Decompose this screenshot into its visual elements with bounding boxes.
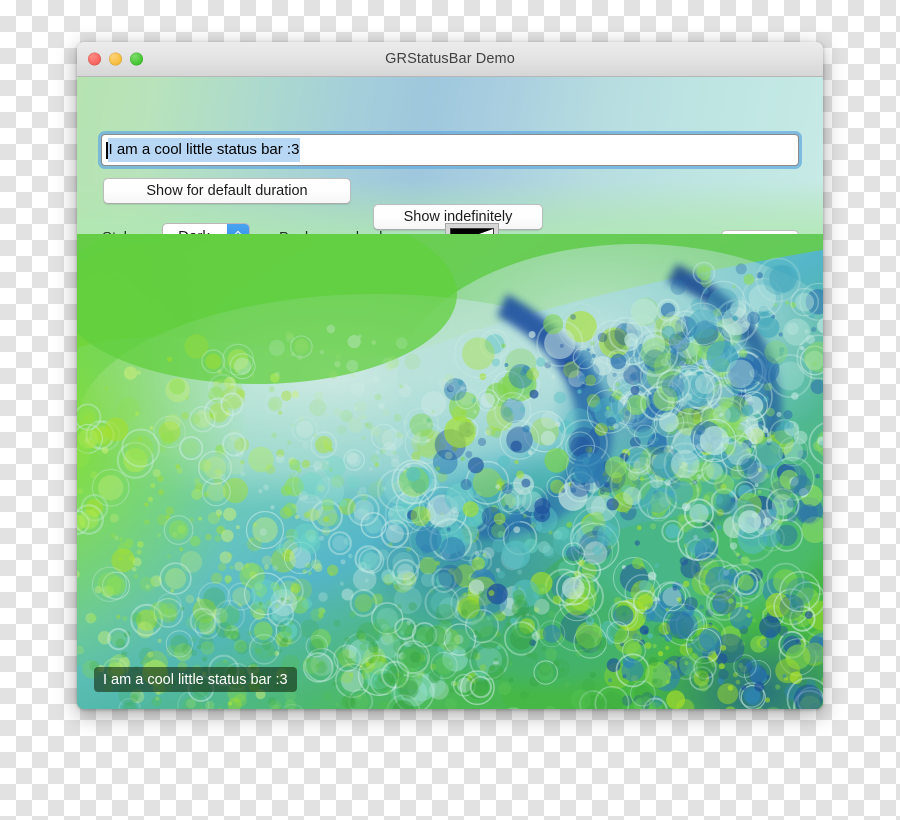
background-color-well[interactable] (445, 223, 499, 234)
page-backdrop: GRStatusBar Demo I am a cool little stat… (0, 0, 900, 820)
stepper-chevrons-icon (227, 224, 249, 234)
status-bar-overlay: I am a cool little status bar :3 (94, 667, 297, 692)
chevron-up-icon (234, 231, 243, 235)
hide-button[interactable]: Hide (721, 230, 799, 234)
app-window: GRStatusBar Demo I am a cool little stat… (77, 42, 823, 709)
controls-panel: I am a cool little status bar :3 Show fo… (77, 77, 823, 234)
background-color-label: Background color: (279, 229, 400, 234)
style-select-value: Dark (163, 228, 227, 234)
minimize-button[interactable] (109, 52, 122, 66)
artwork-area: I am a cool little status bar :3 (77, 234, 823, 709)
message-input-content: I am a cool little status bar :3 (102, 135, 301, 165)
message-input-value: I am a cool little status bar :3 (107, 138, 301, 162)
close-button[interactable] (88, 52, 101, 66)
style-select[interactable]: Dark (162, 223, 250, 234)
show-default-duration-button[interactable]: Show for default duration (103, 178, 351, 204)
status-bar-text: I am a cool little status bar :3 (103, 671, 288, 688)
zoom-button[interactable] (130, 52, 143, 66)
style-label: Style: (102, 229, 140, 234)
abstract-fluid-art-image (77, 234, 823, 709)
window-title: GRStatusBar Demo (385, 51, 515, 67)
window-titlebar: GRStatusBar Demo (77, 42, 823, 77)
traffic-lights (88, 52, 143, 66)
color-swatch-icon (450, 228, 494, 234)
message-input[interactable]: I am a cool little status bar :3 (101, 134, 799, 166)
